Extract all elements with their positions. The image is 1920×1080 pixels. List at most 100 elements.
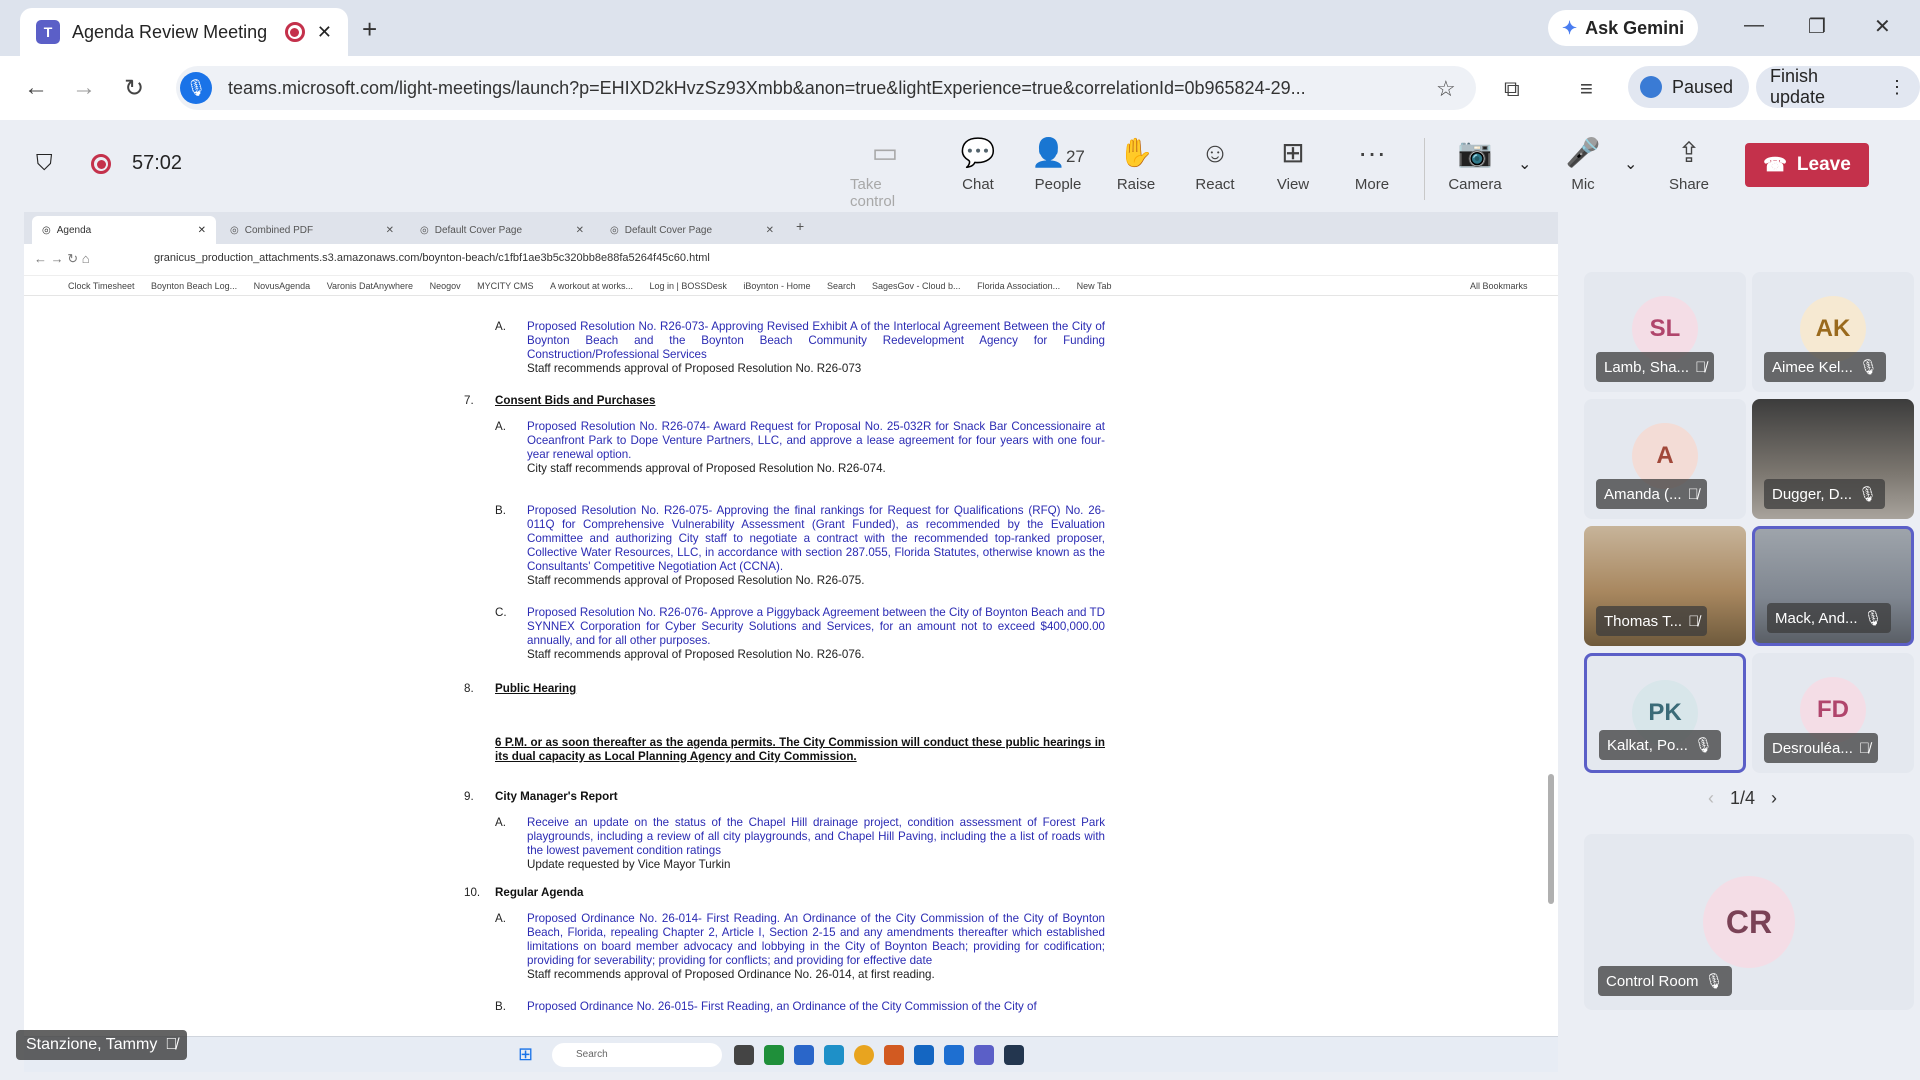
- leave-button[interactable]: ☎ Leave: [1745, 143, 1869, 187]
- bookmark: Neogov: [429, 281, 461, 291]
- raise-hand-icon: ✋: [1118, 137, 1154, 168]
- finish-update-button[interactable]: Finish update ⋮: [1756, 66, 1920, 108]
- view-button[interactable]: ⊞ View: [1258, 136, 1328, 193]
- participant-video-tile[interactable]: Dugger, D... 🎙: [1752, 399, 1914, 519]
- taskbar-search-label: Search: [576, 1049, 608, 1060]
- participant-video-tile-speaking[interactable]: Mack, And... 🎙: [1752, 526, 1914, 646]
- participant-tile-speaking[interactable]: PK Kalkat, Po... 🎙: [1584, 653, 1746, 773]
- people-button[interactable]: 👤27 People: [1023, 136, 1093, 193]
- raise-hand-button[interactable]: ✋ Raise: [1101, 136, 1171, 193]
- view-label: View: [1276, 176, 1310, 193]
- staff-recommendation: Staff recommends approval of Proposed Or…: [527, 968, 935, 981]
- new-tab-icon[interactable]: +: [362, 14, 377, 45]
- chat-label: Chat: [962, 176, 994, 193]
- bookmark: Boynton Beach Log...: [151, 281, 238, 291]
- mic-options-chevron-icon[interactable]: ⌄: [1624, 154, 1637, 174]
- camera-off-icon: 📷: [1457, 137, 1493, 168]
- leave-label: Leave: [1796, 154, 1851, 175]
- teams-logo-icon: T: [36, 20, 60, 44]
- shared-address-row: ← → ↻ ⌂ granicus_production_attachments.…: [24, 244, 1558, 276]
- participant-video-tile[interactable]: Thomas T... 🎙̸: [1584, 526, 1746, 646]
- mic-muted-icon: 🎙̸: [165, 1036, 178, 1053]
- taskbar-app-icon: [1004, 1045, 1024, 1065]
- back-icon[interactable]: ←: [24, 74, 48, 102]
- forward-icon[interactable]: →: [72, 74, 96, 102]
- mic-icon: 🎙: [1704, 973, 1724, 990]
- react-button[interactable]: ☺ React: [1180, 136, 1250, 193]
- ask-gemini-button[interactable]: ✦ Ask Gemini: [1548, 10, 1699, 46]
- agenda-item-text: Proposed Ordinance No. 26-015- First Rea…: [527, 1000, 1037, 1013]
- reload-icon[interactable]: ↻: [124, 74, 144, 103]
- share-button[interactable]: ⇪ Share: [1654, 136, 1724, 193]
- more-button[interactable]: ··· More: [1337, 136, 1407, 193]
- site-mic-icon[interactable]: 🎙: [180, 72, 212, 104]
- taskbar-app-icon: [854, 1045, 874, 1065]
- take-control-icon: ▭: [871, 137, 899, 168]
- staff-recommendation: Staff recommends approval of Proposed Re…: [527, 362, 862, 375]
- meeting-recording-icon: [91, 154, 111, 174]
- shared-tab-label: Agenda: [56, 224, 92, 236]
- mic-icon: 🎙: [1863, 610, 1883, 627]
- browser-tab[interactable]: T Agenda Review Meeting | M ✕: [20, 8, 348, 56]
- section-number: 10.: [464, 886, 481, 899]
- mic-button[interactable]: 🎤 Mic: [1548, 136, 1618, 193]
- mic-icon: 🎙: [1858, 359, 1878, 376]
- camera-button[interactable]: 📷 Camera: [1440, 136, 1510, 193]
- participant-name: Desrouléa...: [1772, 739, 1853, 757]
- mic-icon: 🎙: [1693, 737, 1713, 754]
- participant-nameplate: Amanda (... 🎙̸: [1596, 479, 1707, 509]
- participant-nameplate: Mack, And... 🎙: [1767, 603, 1891, 633]
- bookmark: All Bookmarks: [1470, 281, 1528, 291]
- address-bar[interactable]: teams.microsoft.com/light-meetings/launc…: [176, 66, 1476, 110]
- chat-button[interactable]: 💬 Chat: [943, 136, 1013, 193]
- participant-name: Amanda (...: [1604, 485, 1682, 503]
- taskbar-app-icon: [794, 1045, 814, 1065]
- chat-icon: 💬: [960, 137, 996, 168]
- profile-paused-button[interactable]: Paused: [1628, 66, 1750, 108]
- shared-tab-label: Combined PDF: [244, 224, 314, 236]
- ask-gemini-label: Ask Gemini: [1585, 17, 1685, 38]
- bookmark: SagesGov - Cloud b...: [872, 281, 961, 291]
- item-letter: A.: [495, 320, 506, 333]
- participant-tile[interactable]: FD Desrouléa... 🎙̸: [1752, 653, 1914, 773]
- bookmark: iBoynton - Home: [743, 281, 811, 291]
- close-tab-icon[interactable]: ✕: [317, 22, 332, 43]
- bookmark: NovusAgenda: [253, 281, 311, 291]
- item-letter: B.: [495, 504, 506, 517]
- participant-tile[interactable]: AK Aimee Kel... 🎙: [1752, 272, 1914, 392]
- participant-nameplate: Desrouléa... 🎙̸: [1764, 733, 1879, 763]
- agenda-item-text: Proposed Resolution No. R26-075- Approvi…: [527, 504, 1105, 573]
- staff-recommendation: Update requested by Vice Mayor Turkin: [527, 858, 731, 871]
- cast-icon[interactable]: ⧉: [1504, 76, 1520, 102]
- more-label: More: [1354, 176, 1390, 193]
- next-page-icon[interactable]: ›: [1771, 788, 1777, 809]
- section-heading: Consent Bids and Purchases: [495, 394, 656, 407]
- shield-icon: ⛉: [36, 150, 53, 175]
- prev-page-icon[interactable]: ‹: [1708, 788, 1714, 809]
- participant-name: Lamb, Sha...: [1604, 358, 1690, 376]
- shared-nav-icons: ← → ↻ ⌂: [34, 251, 90, 266]
- participant-name: Aimee Kel...: [1772, 358, 1853, 376]
- media-control-icon[interactable]: ≡: [1580, 76, 1593, 102]
- participant-tile[interactable]: SL Lamb, Sha... 🎙̸: [1584, 272, 1746, 392]
- close-window-icon[interactable]: ✕: [1874, 14, 1891, 39]
- shared-tab: ◎ Default Cover Page ✕: [610, 224, 774, 236]
- bookmark: MYCITY CMS: [477, 281, 534, 291]
- restore-icon[interactable]: ❐: [1808, 14, 1826, 39]
- staff-recommendation: Staff recommends approval of Proposed Re…: [527, 574, 865, 587]
- self-view-nameplate: Stanzione, Tammy 🎙̸: [16, 1030, 188, 1060]
- minimize-icon[interactable]: —: [1744, 14, 1764, 37]
- taskbar-app-icon: [944, 1045, 964, 1065]
- staff-recommendation: City staff recommends approval of Propos…: [527, 462, 886, 475]
- take-control-button[interactable]: ▭ Take control: [850, 136, 920, 210]
- section-heading: Public Hearing: [495, 682, 577, 695]
- bookmark: Varonis DatAnywhere: [326, 281, 414, 291]
- bookmark-star-icon[interactable]: ☆: [1436, 76, 1456, 102]
- section-heading: Regular Agenda: [495, 886, 584, 899]
- people-label: People: [1034, 176, 1082, 193]
- camera-options-chevron-icon[interactable]: ⌄: [1518, 154, 1531, 174]
- taskbar-app-icon: [824, 1045, 844, 1065]
- mic-label: Mic: [1571, 176, 1595, 193]
- participant-tile[interactable]: A Amanda (... 🎙̸: [1584, 399, 1746, 519]
- control-room-tile[interactable]: CR Control Room 🎙: [1584, 834, 1914, 1010]
